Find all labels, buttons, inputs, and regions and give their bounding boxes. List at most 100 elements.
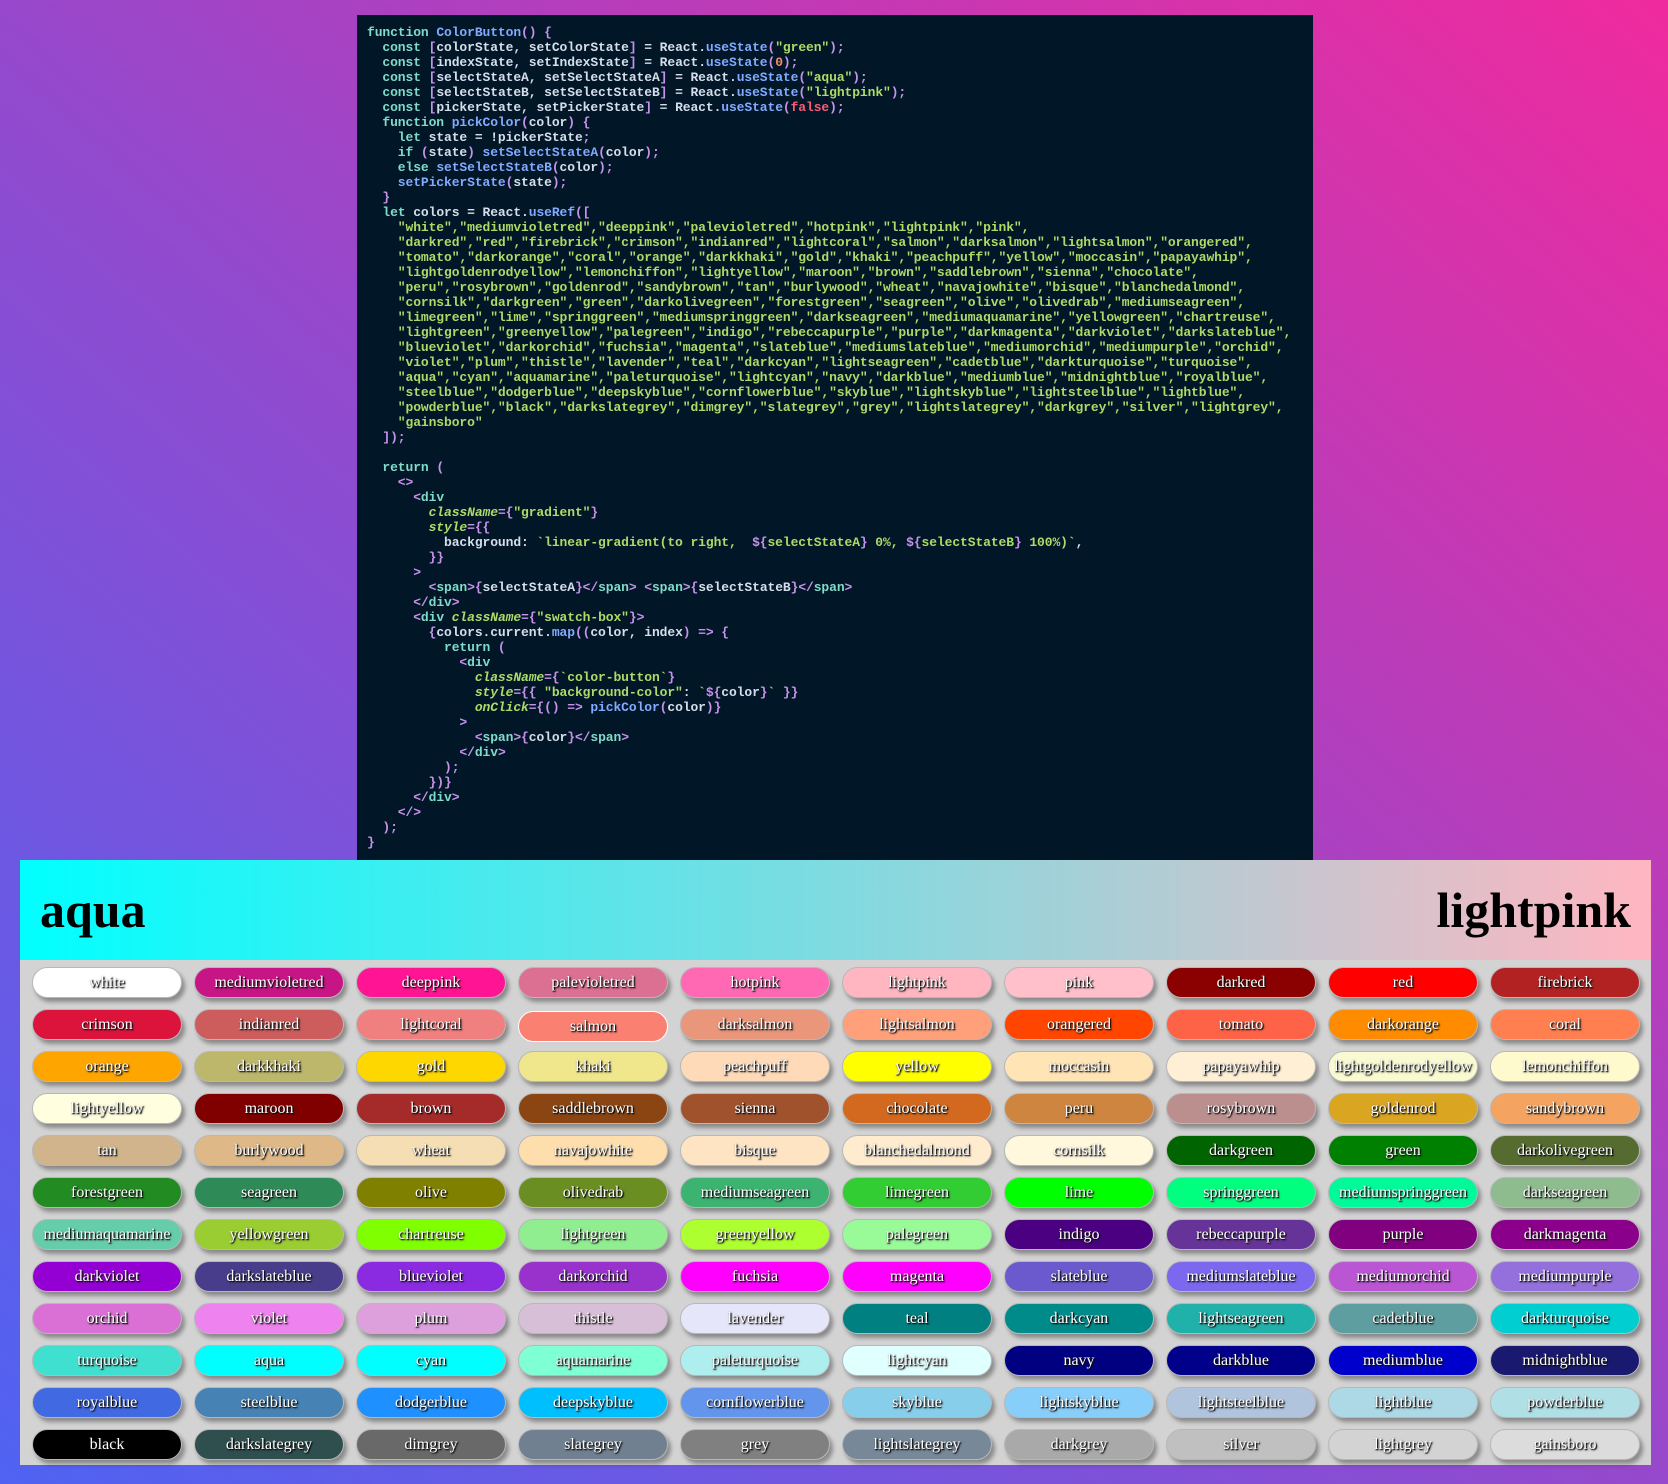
color-button-indigo[interactable]: indigo — [1004, 1219, 1154, 1250]
color-button-paleturquoise[interactable]: paleturquoise — [680, 1345, 830, 1376]
color-button-mediumpurple[interactable]: mediumpurple — [1490, 1261, 1640, 1292]
color-button-deeppink[interactable]: deeppink — [356, 967, 506, 998]
color-button-darkgreen[interactable]: darkgreen — [1166, 1135, 1316, 1166]
color-button-orangered[interactable]: orangered — [1004, 1009, 1154, 1040]
color-button-olivedrab[interactable]: olivedrab — [518, 1177, 668, 1208]
color-button-yellowgreen[interactable]: yellowgreen — [194, 1219, 344, 1250]
color-button-navy[interactable]: navy — [1004, 1345, 1154, 1376]
color-button-cornflowerblue[interactable]: cornflowerblue — [680, 1387, 830, 1418]
color-button-sandybrown[interactable]: sandybrown — [1490, 1093, 1640, 1124]
color-button-lightgreen[interactable]: lightgreen — [518, 1219, 668, 1250]
color-button-salmon[interactable]: salmon — [518, 1011, 668, 1042]
color-button-rebeccapurple[interactable]: rebeccapurple — [1166, 1219, 1316, 1250]
color-button-lightpink[interactable]: lightpink — [842, 967, 992, 998]
color-button-lightsalmon[interactable]: lightsalmon — [842, 1009, 992, 1040]
color-button-darksalmon[interactable]: darksalmon — [680, 1009, 830, 1040]
color-button-lemonchiffon[interactable]: lemonchiffon — [1490, 1051, 1640, 1082]
color-button-purple[interactable]: purple — [1328, 1219, 1478, 1250]
color-button-peru[interactable]: peru — [1004, 1093, 1154, 1124]
color-button-darkslategrey[interactable]: darkslategrey — [194, 1429, 344, 1460]
color-button-limegreen[interactable]: limegreen — [842, 1177, 992, 1208]
color-button-chocolate[interactable]: chocolate — [842, 1093, 992, 1124]
color-button-darkorchid[interactable]: darkorchid — [518, 1261, 668, 1292]
color-button-powderblue[interactable]: powderblue — [1490, 1387, 1640, 1418]
color-button-mediumblue[interactable]: mediumblue — [1328, 1345, 1478, 1376]
color-button-red[interactable]: red — [1328, 967, 1478, 998]
color-button-goldenrod[interactable]: goldenrod — [1328, 1093, 1478, 1124]
color-button-aquamarine[interactable]: aquamarine — [518, 1345, 668, 1376]
color-button-yellow[interactable]: yellow — [842, 1051, 992, 1082]
color-button-lime[interactable]: lime — [1004, 1177, 1154, 1208]
color-button-cadetblue[interactable]: cadetblue — [1328, 1303, 1478, 1334]
color-button-mediumslateblue[interactable]: mediumslateblue — [1166, 1261, 1316, 1292]
color-button-firebrick[interactable]: firebrick — [1490, 967, 1640, 998]
color-button-lightyellow[interactable]: lightyellow — [32, 1093, 182, 1124]
color-button-slateblue[interactable]: slateblue — [1004, 1261, 1154, 1292]
color-button-forestgreen[interactable]: forestgreen — [32, 1177, 182, 1208]
color-button-darkgrey[interactable]: darkgrey — [1004, 1429, 1154, 1460]
color-button-darkmagenta[interactable]: darkmagenta — [1490, 1219, 1640, 1250]
color-button-mediumspringgreen[interactable]: mediumspringgreen — [1328, 1177, 1478, 1208]
color-button-mediumvioletred[interactable]: mediumvioletred — [194, 967, 344, 998]
color-button-lightskyblue[interactable]: lightskyblue — [1004, 1387, 1154, 1418]
color-button-steelblue[interactable]: steelblue — [194, 1387, 344, 1418]
color-button-royalblue[interactable]: royalblue — [32, 1387, 182, 1418]
color-button-darkseagreen[interactable]: darkseagreen — [1490, 1177, 1640, 1208]
color-button-indianred[interactable]: indianred — [194, 1009, 344, 1040]
color-button-darkolivegreen[interactable]: darkolivegreen — [1490, 1135, 1640, 1166]
color-button-rosybrown[interactable]: rosybrown — [1166, 1093, 1316, 1124]
color-button-seagreen[interactable]: seagreen — [194, 1177, 344, 1208]
color-button-mediumorchid[interactable]: mediumorchid — [1328, 1261, 1478, 1292]
color-button-burlywood[interactable]: burlywood — [194, 1135, 344, 1166]
color-button-magenta[interactable]: magenta — [842, 1261, 992, 1292]
color-button-darkturquoise[interactable]: darkturquoise — [1490, 1303, 1640, 1334]
color-button-dodgerblue[interactable]: dodgerblue — [356, 1387, 506, 1418]
color-button-turquoise[interactable]: turquoise — [32, 1345, 182, 1376]
color-button-khaki[interactable]: khaki — [518, 1051, 668, 1082]
color-button-blanchedalmond[interactable]: blanchedalmond — [842, 1135, 992, 1166]
color-button-wheat[interactable]: wheat — [356, 1135, 506, 1166]
color-button-orchid[interactable]: orchid — [32, 1303, 182, 1334]
color-button-pink[interactable]: pink — [1004, 967, 1154, 998]
color-button-lightcoral[interactable]: lightcoral — [356, 1009, 506, 1040]
color-button-darkviolet[interactable]: darkviolet — [32, 1261, 182, 1292]
color-button-deepskyblue[interactable]: deepskyblue — [518, 1387, 668, 1418]
color-button-white[interactable]: white — [32, 967, 182, 998]
color-button-darkcyan[interactable]: darkcyan — [1004, 1303, 1154, 1334]
color-button-lightgrey[interactable]: lightgrey — [1328, 1429, 1478, 1460]
color-button-saddlebrown[interactable]: saddlebrown — [518, 1093, 668, 1124]
color-button-silver[interactable]: silver — [1166, 1429, 1316, 1460]
color-button-springgreen[interactable]: springgreen — [1166, 1177, 1316, 1208]
color-button-maroon[interactable]: maroon — [194, 1093, 344, 1124]
color-button-lavender[interactable]: lavender — [680, 1303, 830, 1334]
color-button-skyblue[interactable]: skyblue — [842, 1387, 992, 1418]
color-button-gainsboro[interactable]: gainsboro — [1490, 1429, 1640, 1460]
color-button-greenyellow[interactable]: greenyellow — [680, 1219, 830, 1250]
color-button-palegreen[interactable]: palegreen — [842, 1219, 992, 1250]
color-button-mediumaquamarine[interactable]: mediumaquamarine — [32, 1219, 182, 1250]
color-button-darkred[interactable]: darkred — [1166, 967, 1316, 998]
color-button-teal[interactable]: teal — [842, 1303, 992, 1334]
color-button-lightblue[interactable]: lightblue — [1328, 1387, 1478, 1418]
color-button-moccasin[interactable]: moccasin — [1004, 1051, 1154, 1082]
color-button-sienna[interactable]: sienna — [680, 1093, 830, 1124]
color-button-crimson[interactable]: crimson — [32, 1009, 182, 1040]
color-button-coral[interactable]: coral — [1490, 1009, 1640, 1040]
color-button-violet[interactable]: violet — [194, 1303, 344, 1334]
color-button-orange[interactable]: orange — [32, 1051, 182, 1082]
color-button-lightcyan[interactable]: lightcyan — [842, 1345, 992, 1376]
color-button-slategrey[interactable]: slategrey — [518, 1429, 668, 1460]
color-button-papayawhip[interactable]: papayawhip — [1166, 1051, 1316, 1082]
color-button-chartreuse[interactable]: chartreuse — [356, 1219, 506, 1250]
color-button-thistle[interactable]: thistle — [518, 1303, 668, 1334]
color-button-bisque[interactable]: bisque — [680, 1135, 830, 1166]
color-button-black[interactable]: black — [32, 1429, 182, 1460]
color-button-plum[interactable]: plum — [356, 1303, 506, 1334]
color-button-cornsilk[interactable]: cornsilk — [1004, 1135, 1154, 1166]
color-button-aqua[interactable]: aqua — [194, 1345, 344, 1376]
color-button-fuchsia[interactable]: fuchsia — [680, 1261, 830, 1292]
color-button-cyan[interactable]: cyan — [356, 1345, 506, 1376]
color-button-lightgoldenrodyellow[interactable]: lightgoldenrodyellow — [1328, 1051, 1478, 1082]
color-button-tan[interactable]: tan — [32, 1135, 182, 1166]
color-button-lightseagreen[interactable]: lightseagreen — [1166, 1303, 1316, 1334]
